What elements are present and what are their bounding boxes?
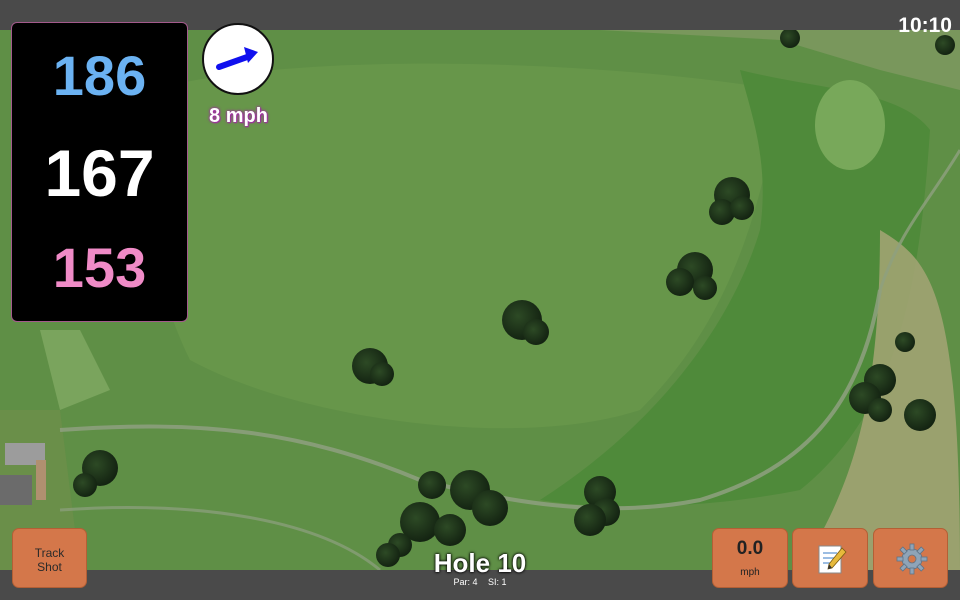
settings-button[interactable] bbox=[873, 528, 948, 588]
speed-unit: mph bbox=[740, 567, 760, 578]
wind-speed-label: 8 mph bbox=[209, 105, 268, 127]
yardage-center: 167 bbox=[44, 136, 155, 210]
hole-stroke-index: SI: 1 bbox=[488, 577, 507, 587]
notes-button[interactable] bbox=[792, 528, 868, 588]
speed-value: 0.0 bbox=[736, 538, 764, 559]
arrow-icon bbox=[216, 47, 258, 70]
yardage-front: 153 bbox=[52, 236, 147, 299]
hole-title: Hole 10 bbox=[433, 548, 527, 578]
gear-icon bbox=[896, 543, 928, 575]
track-shot-label-line1: Track bbox=[34, 546, 65, 560]
hole-par: Par: 4 bbox=[453, 577, 478, 587]
track-shot-button[interactable]: Track Shot bbox=[12, 528, 87, 588]
yardage-panel: 186 167 153 bbox=[11, 22, 188, 322]
hole-info: Par: 4 SI: 1 bbox=[380, 577, 580, 587]
status-time: 10:10 bbox=[898, 14, 952, 37]
yardage-back: 186 bbox=[52, 44, 147, 107]
track-shot-label-line2: Shot bbox=[37, 560, 62, 574]
memo-icon bbox=[818, 545, 847, 574]
wind-indicator bbox=[202, 23, 274, 95]
speed-button[interactable]: 0.0 mph bbox=[712, 528, 788, 588]
